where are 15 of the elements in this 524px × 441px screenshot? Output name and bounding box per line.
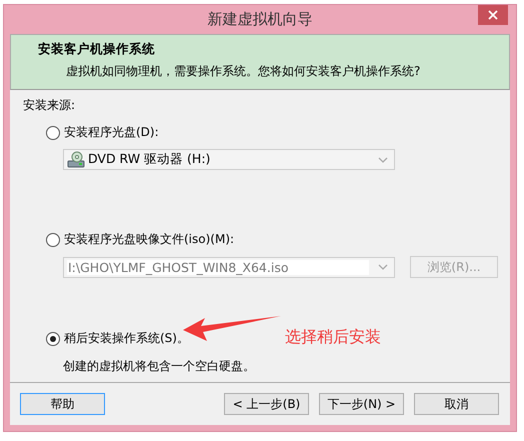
dialog-button[interactable]: 取消 <box>414 393 499 415</box>
radio-label[interactable]: 安装程序光盘映像文件(iso)(M): <box>64 231 234 248</box>
radio-label[interactable]: 稍后安装操作系统(S)。 <box>64 330 189 347</box>
window-title: 新建虚拟机向导 <box>208 10 312 29</box>
option-note: 创建的虚拟机将包含一个空白硬盘。 <box>63 358 256 375</box>
dialog-button[interactable]: < 上一步(B) <box>224 393 309 415</box>
dropdown-value: I:\GHO\YLMF_GHOST_WIN8_X64.iso <box>67 260 369 274</box>
dialog-button[interactable]: 下一步(N) > <box>319 393 404 415</box>
source-label: 安装来源: <box>23 97 76 114</box>
header-description: 虚拟机如同物理机，需要操作系统。您将如何安装客户机操作系统? <box>66 63 422 80</box>
radio-label[interactable]: 安装程序光盘(D): <box>64 124 159 141</box>
header-title: 安装客户机操作系统 <box>38 41 156 58</box>
dialog-button[interactable]: 帮助 <box>20 393 105 415</box>
annotation-text: 选择稍后安装 <box>285 327 381 348</box>
dropdown-value: DVD RW 驱动器 (H:) <box>88 151 212 168</box>
